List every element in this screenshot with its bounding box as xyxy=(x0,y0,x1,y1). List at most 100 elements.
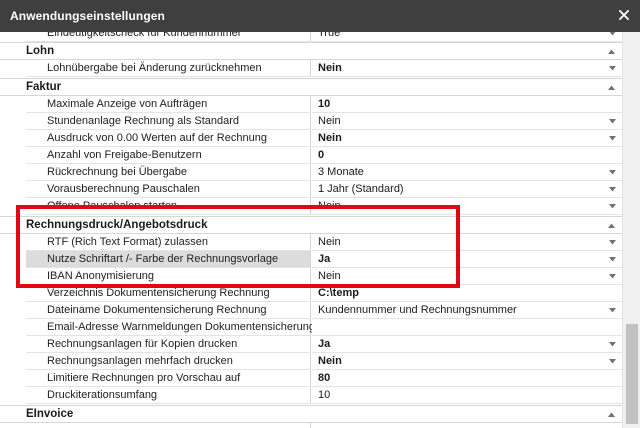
property-label: Verzeichnis Dokumentensicherung Rechnung xyxy=(47,287,270,299)
property-value: True xyxy=(318,32,341,39)
property-row[interactable]: Rechnungsanlagen mehrfach drucken Nein xyxy=(0,353,622,370)
property-grid: Eindeutigkeitscheck für Kundennummer Tru… xyxy=(0,32,622,428)
property-label-cell: Dateiname Dokumentensicherung Rechnung xyxy=(26,302,311,319)
property-value: Nein xyxy=(318,236,341,248)
property-row[interactable]: Ausdruck von 0.00 Werten auf der Rechnun… xyxy=(0,130,622,147)
property-row[interactable] xyxy=(0,423,622,428)
property-label-cell: Anzahl von Freigabe-Benutzern xyxy=(26,147,311,164)
property-label-cell: Limitiere Rechnungen pro Vorschau auf xyxy=(26,370,311,387)
property-value-cell[interactable]: Nein xyxy=(312,130,622,147)
property-label-cell: Eindeutigkeitscheck für Kundennummer xyxy=(26,32,311,42)
property-row[interactable]: Anzahl von Freigabe-Benutzern 0 xyxy=(0,147,622,164)
chevron-up-icon[interactable] xyxy=(608,49,615,54)
property-label: Stundenanlage Rechnung als Standard xyxy=(47,115,240,127)
property-value: 10 xyxy=(318,389,331,401)
property-value: Kundennummer und Rechnungsnummer xyxy=(318,304,517,316)
chevron-down-icon[interactable] xyxy=(609,187,616,192)
property-value-cell[interactable]: Nein xyxy=(312,268,622,285)
property-label: Rechnungsanlagen für Kopien drucken xyxy=(47,338,238,350)
property-label-cell: Vorausberechnung Pauschalen xyxy=(26,181,311,198)
property-value-cell[interactable]: 80 xyxy=(312,370,622,387)
property-label-cell: RTF (Rich Text Format) zulassen xyxy=(26,234,311,251)
property-value: Nein xyxy=(318,200,341,212)
property-row[interactable]: Verzeichnis Dokumentensicherung Rechnung… xyxy=(0,285,622,302)
property-label: Rückrechnung bei Übergabe xyxy=(47,166,188,178)
chevron-up-icon[interactable] xyxy=(608,412,615,417)
property-value-cell[interactable]: C:\temp xyxy=(312,285,622,302)
chevron-down-icon[interactable] xyxy=(609,136,616,141)
property-row[interactable]: Eindeutigkeitscheck für Kundennummer Tru… xyxy=(0,32,622,42)
property-row[interactable]: Rechnungsanlagen für Kopien drucken Ja xyxy=(0,336,622,353)
property-value-cell[interactable] xyxy=(312,319,622,336)
category-faktur[interactable]: Faktur xyxy=(0,78,622,96)
property-value-cell[interactable]: Nein xyxy=(312,234,622,251)
property-value-cell[interactable]: True xyxy=(312,32,622,42)
property-value: C:\temp xyxy=(318,287,359,299)
property-value: 10 xyxy=(318,98,331,110)
property-value-cell[interactable]: 10 xyxy=(312,387,622,404)
property-label: Nutze Schriftart /- Farbe der Rechnungsv… xyxy=(47,253,279,265)
scrollbar-thumb[interactable] xyxy=(626,324,638,424)
property-value-cell[interactable]: 0 xyxy=(312,147,622,164)
property-label: Offene Pauschalen starten xyxy=(47,200,178,212)
property-row[interactable]: Dateiname Dokumentensicherung Rechnung K… xyxy=(0,302,622,319)
property-value-cell[interactable]: 1 Jahr (Standard) xyxy=(312,181,622,198)
property-value: 80 xyxy=(318,372,331,384)
property-value-cell[interactable]: Nein xyxy=(312,60,622,77)
chevron-down-icon[interactable] xyxy=(609,308,616,313)
chevron-down-icon[interactable] xyxy=(609,240,616,245)
chevron-down-icon[interactable] xyxy=(609,359,616,364)
property-label: Vorausberechnung Pauschalen xyxy=(47,183,200,195)
property-row[interactable]: Rückrechnung bei Übergabe 3 Monate xyxy=(0,164,622,181)
chevron-down-icon[interactable] xyxy=(609,66,616,71)
window-titlebar: Anwendungseinstellungen xyxy=(0,0,640,32)
property-label-cell: Ausdruck von 0.00 Werten auf der Rechnun… xyxy=(26,130,311,147)
property-value: Nein xyxy=(318,132,342,144)
category-rechnungsdruck[interactable]: Rechnungsdruck/Angebotsdruck xyxy=(0,216,622,234)
property-row[interactable]: Maximale Anzeige von Aufträgen 10 xyxy=(0,96,622,113)
property-row[interactable]: IBAN Anonymisierung Nein xyxy=(0,268,622,285)
property-row[interactable]: RTF (Rich Text Format) zulassen Nein xyxy=(0,234,622,251)
property-row[interactable]: Druckiterationsumfang 10 xyxy=(0,387,622,404)
property-label-cell: Email-Adresse Warnmeldungen Dokumentensi… xyxy=(26,319,315,336)
property-row[interactable]: Offene Pauschalen starten Nein xyxy=(0,198,622,215)
property-value-cell[interactable]: Nein xyxy=(312,113,622,130)
property-label: Email-Adresse Warnmeldungen Dokumentensi… xyxy=(47,321,316,333)
property-value-cell[interactable]: 3 Monate xyxy=(312,164,622,181)
property-value-cell[interactable] xyxy=(312,423,622,428)
property-row[interactable]: Email-Adresse Warnmeldungen Dokumentensi… xyxy=(0,319,622,336)
property-label: Maximale Anzeige von Aufträgen xyxy=(47,98,208,110)
vertical-scrollbar[interactable] xyxy=(622,32,640,428)
property-label: Lohnübergabe bei Änderung zurücknehmen xyxy=(47,62,262,74)
chevron-down-icon[interactable] xyxy=(609,32,616,36)
property-value: 3 Monate xyxy=(318,166,364,178)
category-lohn[interactable]: Lohn xyxy=(0,42,622,60)
chevron-up-icon[interactable] xyxy=(608,85,615,90)
property-label-cell: Rechnungsanlagen für Kopien drucken xyxy=(26,336,311,353)
chevron-down-icon[interactable] xyxy=(609,119,616,124)
chevron-up-icon[interactable] xyxy=(608,223,615,228)
property-label-cell: Druckiterationsumfang xyxy=(26,387,311,404)
chevron-down-icon[interactable] xyxy=(609,274,616,279)
chevron-down-icon[interactable] xyxy=(609,204,616,209)
property-row[interactable]: Lohnübergabe bei Änderung zurücknehmen N… xyxy=(0,60,622,77)
chevron-down-icon[interactable] xyxy=(609,170,616,175)
property-row[interactable]: Stundenanlage Rechnung als Standard Nein xyxy=(0,113,622,130)
property-value-cell[interactable]: Nein xyxy=(312,353,622,370)
category-einvoice[interactable]: EInvoice xyxy=(0,405,622,423)
property-value-cell[interactable]: 10 xyxy=(312,96,622,113)
property-row[interactable]: Limitiere Rechnungen pro Vorschau auf 80 xyxy=(0,370,622,387)
window-title: Anwendungseinstellungen xyxy=(10,9,165,23)
property-value-cell[interactable]: Ja xyxy=(312,336,622,353)
property-value-cell[interactable]: Nein xyxy=(312,198,622,215)
chevron-down-icon[interactable] xyxy=(609,342,616,347)
property-value-cell[interactable]: Ja xyxy=(312,251,622,268)
close-icon[interactable] xyxy=(617,8,631,22)
property-row[interactable]: Vorausberechnung Pauschalen 1 Jahr (Stan… xyxy=(0,181,622,198)
category-title: Faktur xyxy=(26,81,62,93)
chevron-down-icon[interactable] xyxy=(609,257,616,262)
property-value-cell[interactable]: Kundennummer und Rechnungsnummer xyxy=(312,302,622,319)
property-row-selected[interactable]: Nutze Schriftart /- Farbe der Rechnungsv… xyxy=(0,251,622,268)
property-value: Ja xyxy=(318,253,331,265)
property-value: Nein xyxy=(318,270,341,282)
